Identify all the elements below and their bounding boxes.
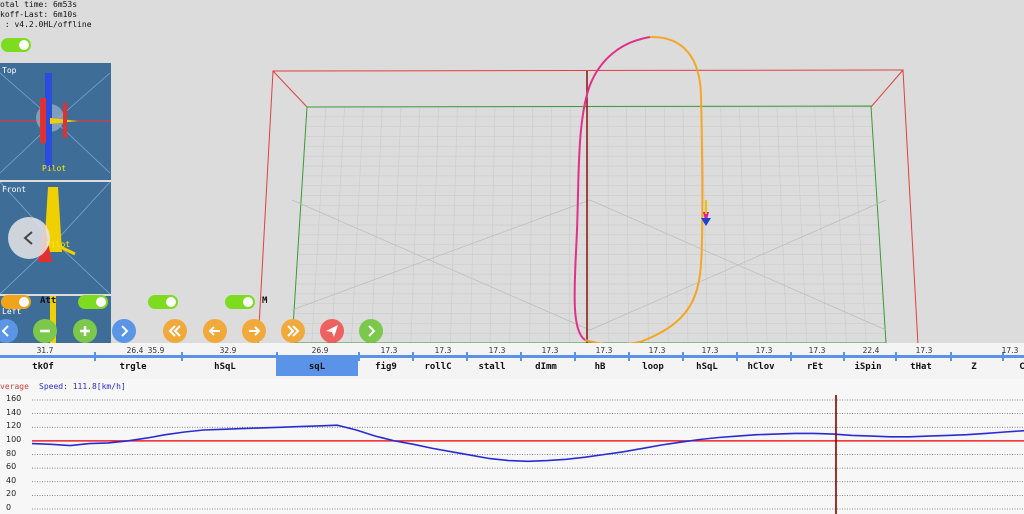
timeline-duration: 17.3 xyxy=(701,346,719,355)
step-forward-button[interactable] xyxy=(242,319,266,343)
timeline-tick xyxy=(682,352,684,361)
send-button[interactable] xyxy=(320,319,344,343)
timeline-duration: 17.3 xyxy=(648,346,666,355)
double-chevron-left-icon xyxy=(168,325,181,337)
timeline-tick xyxy=(412,352,414,361)
zoom-in-button[interactable] xyxy=(73,319,97,343)
double-chevron-right-icon xyxy=(287,325,300,337)
chevron-left-icon xyxy=(1,325,9,337)
timeline-tick xyxy=(628,352,630,361)
flight-path xyxy=(573,35,704,346)
front-view-label: Front xyxy=(2,185,27,194)
timeline-tick xyxy=(520,352,522,361)
timeline-maneuver[interactable]: hB xyxy=(595,362,606,372)
m-toggle-label: M xyxy=(262,296,268,306)
timeline-tick xyxy=(466,352,468,361)
chevron-right-icon xyxy=(121,325,129,337)
timeline-tick xyxy=(843,352,845,361)
timeline-duration: 22.4 xyxy=(862,346,880,355)
collapse-panel-button[interactable] xyxy=(8,217,50,259)
floor-grid xyxy=(291,106,887,344)
paper-plane-icon xyxy=(326,325,338,337)
views-toggle[interactable] xyxy=(1,38,31,52)
timeline-maneuver[interactable]: dImm xyxy=(535,362,557,372)
top-view-canvas xyxy=(0,72,111,174)
minus-icon xyxy=(40,329,50,333)
timeline-maneuver[interactable]: C xyxy=(1019,362,1024,372)
timeline-duration: 17.3 xyxy=(380,346,398,355)
speed-series-line xyxy=(31,424,1024,463)
play-next-button[interactable] xyxy=(359,319,383,343)
timeline-maneuver[interactable]: fig9 xyxy=(375,362,397,372)
timeline-maneuver[interactable]: sqL xyxy=(309,362,325,372)
top-pilot-label: Pilot xyxy=(42,164,67,173)
timeline-duration: 17.3 xyxy=(488,346,506,355)
chevron-left-icon xyxy=(23,231,33,245)
timeline-tick xyxy=(358,352,360,361)
next-view-button[interactable] xyxy=(112,319,136,343)
timeline-maneuver[interactable]: loop xyxy=(642,362,664,372)
fast-forward-button[interactable] xyxy=(281,319,305,343)
top-view-label: Top xyxy=(2,66,17,75)
timeline-duration: 17.3 xyxy=(541,346,559,355)
timeline-maneuver[interactable]: Z xyxy=(971,362,976,372)
toggle-3[interactable] xyxy=(148,295,178,309)
arrow-right-icon xyxy=(249,326,261,336)
timeline-tick xyxy=(790,352,792,361)
timeline-duration: 17.3 xyxy=(755,346,773,355)
timeline-tick xyxy=(736,352,738,361)
arrow-left-icon xyxy=(208,326,220,336)
timeline-maneuver[interactable]: iSpin xyxy=(854,362,881,372)
total-time-text: otal time: 6m53s xyxy=(0,0,78,9)
timeline-maneuver[interactable]: hClov xyxy=(747,362,774,372)
plus-icon xyxy=(80,326,90,336)
timeline-maneuver[interactable]: rEt xyxy=(807,362,823,372)
att-toggle[interactable] xyxy=(1,295,31,309)
flight-viewer: { "info": { "total_time": "otal time: 6m… xyxy=(0,0,1024,514)
att-toggle-label: Att xyxy=(40,296,57,306)
timeline-maneuver[interactable]: hSqL xyxy=(214,362,236,372)
timeline-duration: 17.3 xyxy=(595,346,613,355)
top-view: Top Pilot xyxy=(0,63,111,180)
timeline-duration: 32.9 xyxy=(219,346,237,355)
chevron-right-icon xyxy=(368,325,376,337)
timeline-duration: 17.3 xyxy=(915,346,933,355)
timeline-duration: 17.3 xyxy=(434,346,452,355)
timeline-duration: 31.7 xyxy=(36,346,54,355)
version-text: : v4.2.0HL/offline xyxy=(0,20,92,29)
timeline-maneuver[interactable]: trgle xyxy=(119,362,146,372)
timeline-track xyxy=(0,355,1024,358)
zoom-out-button[interactable] xyxy=(33,319,57,343)
timeline-tick xyxy=(94,352,96,361)
speed-chart[interactable] xyxy=(0,379,1024,514)
toggle-2[interactable] xyxy=(78,295,108,309)
rewind-button[interactable] xyxy=(163,319,187,343)
timeline-duration: 17.3 xyxy=(808,346,826,355)
timeline-maneuver[interactable]: tHat xyxy=(910,362,932,372)
step-back-button[interactable] xyxy=(203,319,227,343)
timeline-maneuver[interactable]: tkOf xyxy=(32,362,54,372)
timeline-duration: 17.3 xyxy=(1001,346,1019,355)
timeline-tick xyxy=(276,352,278,361)
timeline-duration: 26.4 xyxy=(126,346,144,355)
timeline-tick xyxy=(574,352,576,361)
timeline-tick xyxy=(950,352,952,361)
timeline-duration: 35.9 xyxy=(147,346,165,355)
timeline-duration: 26.9 xyxy=(311,346,329,355)
timeline-maneuver[interactable]: stall xyxy=(478,362,505,372)
timeline-tick xyxy=(895,352,897,361)
timeline-maneuver[interactable]: rollC xyxy=(424,362,451,372)
timeline-tick xyxy=(181,352,183,361)
timeline-maneuver[interactable]: hSqL xyxy=(696,362,718,372)
m-toggle[interactable] xyxy=(225,295,255,309)
takeoff-last-text: koff-Last: 6m10s xyxy=(0,10,78,19)
